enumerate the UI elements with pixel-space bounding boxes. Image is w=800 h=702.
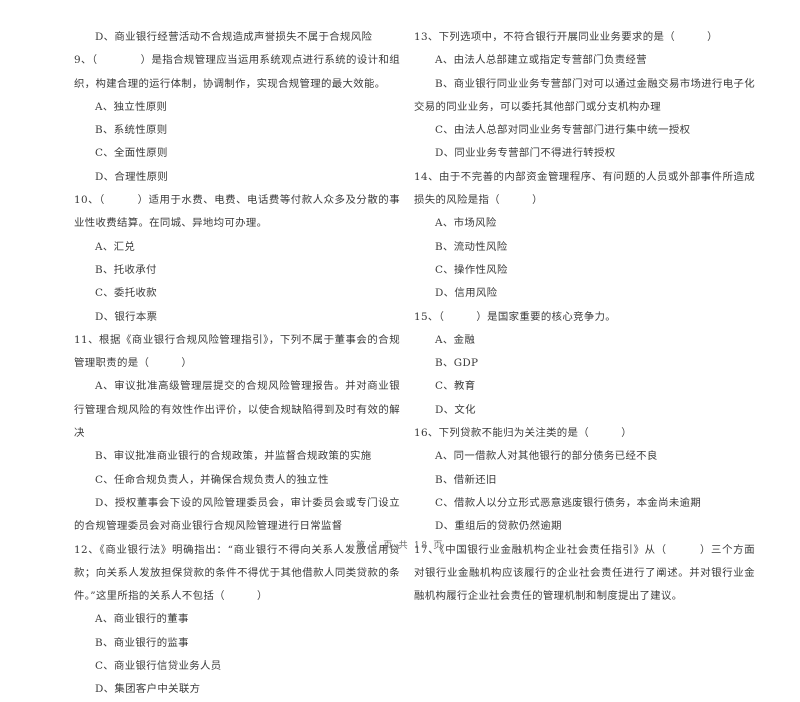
question-14-stem: 14、由于不完善的内部资金管理程序、有问题的人员或外部事件所造成损失的风险是指（… [414,170,755,207]
question-13: 13、下列选项中，不符合银行开展同业业务要求的是（ ） A、由法人总部建立或指定… [414,26,755,166]
question-9-option-d[interactable]: D、合理性原则 [74,166,400,189]
question-15-stem: 15、（ ）是国家重要的核心竞争力。 [414,310,617,323]
question-16-stem: 16、下列贷款不能归为关注类的是（ ） [414,427,632,440]
question-14-option-d[interactable]: D、信用风险 [414,282,755,305]
question-12: 12、《商业银行法》明确指出：“商业银行不得向关系人发放信用贷款；向关系人发放担… [74,539,400,702]
page-footer: 第 2 页 共 18 页 [0,537,800,551]
page-number-text: 第 2 页 共 18 页 [355,540,445,551]
question-16-option-c[interactable]: C、借款人以分立形式恶意逃废银行债务，本金尚未逾期 [414,492,755,515]
question-10: 10、（ ）适用于水费、电费、电话费等付款人众多及分散的事业性收费结算。在同城、… [74,189,400,329]
question-12-option-d[interactable]: D、集团客户中关联方 [74,678,400,701]
question-10-option-a[interactable]: A、汇兑 [74,236,400,259]
question-9-stem: 9、（ ）是指合规管理应当运用系统观点进行系统的设计和组织，构建合理的运行体制，… [74,54,400,90]
question-9: 9、（ ）是指合规管理应当运用系统观点进行系统的设计和组织，构建合理的运行体制，… [74,49,400,189]
right-column: 13、下列选项中，不符合银行开展同业业务要求的是（ ） A、由法人总部建立或指定… [400,0,800,602]
orphan-option-d: D、商业银行经营活动不合规造成声誉损失不属于合规风险 [95,31,373,43]
question-11-option-b[interactable]: B、审议批准商业银行的合规政策，并监督合规政策的实施 [74,445,400,468]
question-11-option-a[interactable]: A、审议批准高级管理层提交的合规风险管理报告。并对商业银行管理合规风险的有效性作… [74,375,400,445]
question-14: 14、由于不完善的内部资金管理程序、有问题的人员或外部事件所造成损失的风险是指（… [414,166,755,306]
question-16-option-d[interactable]: D、重组后的贷款仍然逾期 [414,515,755,538]
question-9-option-a[interactable]: A、独立性原则 [74,96,400,119]
question-13-option-b[interactable]: B、商业银行同业业务专营部门对可以通过金融交易市场进行电子化交易的同业业务，可以… [414,73,755,120]
left-column: D、商业银行经营活动不合规造成声誉损失不属于合规风险 9、（ ）是指合规管理应当… [0,0,400,695]
question-13-option-a[interactable]: A、由法人总部建立或指定专营部门负责经营 [414,49,755,72]
question-16-option-a[interactable]: A、同一借款人对其他银行的部分债务已经不良 [414,445,755,468]
question-15-option-c[interactable]: C、教育 [414,375,755,398]
question-11: 11、根据《商业银行合规风险管理指引》，下列不属于董事会的合规管理职责的是（ ）… [74,329,400,539]
question-13-option-d[interactable]: D、同业业务专营部门不得进行转授权 [414,142,755,165]
question-14-option-a[interactable]: A、市场风险 [414,212,755,235]
two-column-body: D、商业银行经营活动不合规造成声誉损失不属于合规风险 9、（ ）是指合规管理应当… [0,0,800,695]
question-12-option-b[interactable]: B、商业银行的监事 [74,632,400,655]
question-10-option-b[interactable]: B、托收承付 [74,259,400,282]
question-16-option-b[interactable]: B、借新还旧 [414,469,755,492]
question-10-option-d[interactable]: D、银行本票 [74,306,400,329]
question-10-stem: 10、（ ）适用于水费、电费、电话费等付款人众多及分散的事业性收费结算。在同城、… [74,194,400,230]
question-12-option-a[interactable]: A、商业银行的董事 [74,608,400,631]
question-14-option-c[interactable]: C、操作性风险 [414,259,755,282]
exam-page: D、商业银行经营活动不合规造成声誉损失不属于合规风险 9、（ ）是指合规管理应当… [0,0,800,695]
question-13-option-c[interactable]: C、由法人总部对同业业务专营部门进行集中统一授权 [414,119,755,142]
question-15-option-d[interactable]: D、文化 [414,399,755,422]
question-12-option-c[interactable]: C、商业银行信贷业务人员 [74,655,400,678]
question-9-option-b[interactable]: B、系统性原则 [74,119,400,142]
question-16: 16、下列贷款不能归为关注类的是（ ） A、同一借款人对其他银行的部分债务已经不… [414,422,755,538]
question-10-option-c[interactable]: C、委托收款 [74,282,400,305]
question-15: 15、（ ）是国家重要的核心竞争力。 A、金融 B、GDP C、教育 D、文化 [414,306,755,422]
question-15-option-b[interactable]: B、GDP [414,352,755,375]
question-11-stem: 11、根据《商业银行合规风险管理指引》，下列不属于董事会的合规管理职责的是（ ） [74,333,400,370]
question-13-stem: 13、下列选项中，不符合银行开展同业业务要求的是（ ） [414,31,718,43]
question-9-option-c[interactable]: C、全面性原则 [74,142,400,165]
question-15-option-a[interactable]: A、金融 [414,329,755,352]
question-11-option-c[interactable]: C、任命合规负责人，并确保合规负责人的独立性 [74,469,400,492]
question-11-option-d[interactable]: D、授权董事会下设的风险管理委员会，审计委员会或专门设立的合规管理委员会对商业银… [74,492,400,539]
question-14-option-b[interactable]: B、流动性风险 [414,236,755,259]
